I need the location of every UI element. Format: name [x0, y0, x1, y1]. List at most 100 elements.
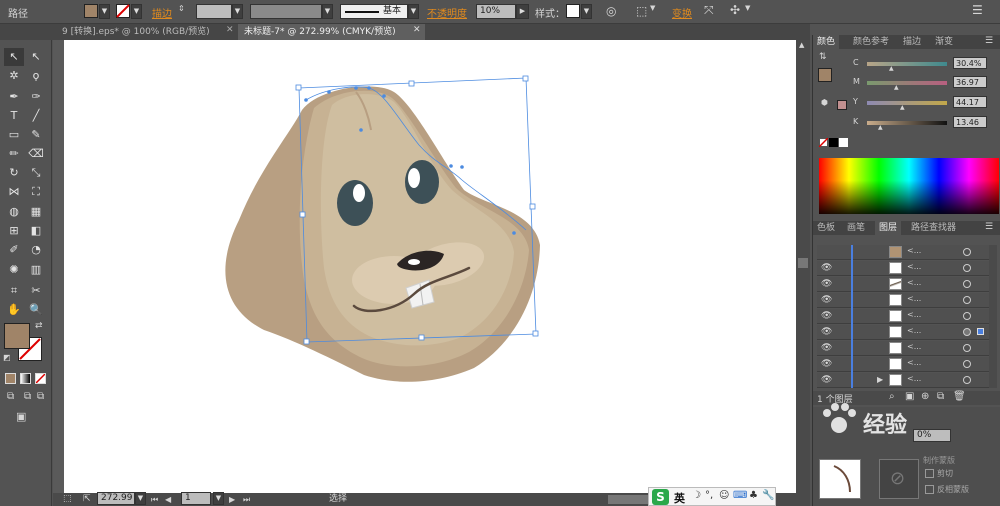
scroll-thumb[interactable]: [798, 258, 808, 268]
layer-target-icon[interactable]: [963, 344, 971, 352]
variable-width-field[interactable]: [250, 4, 322, 19]
brush-field[interactable]: 基本: [340, 4, 408, 19]
eye-icon[interactable]: 👁: [821, 343, 832, 353]
layer-row[interactable]: 👁 <...: [817, 293, 997, 308]
slider-c-value[interactable]: 30.4%: [953, 57, 987, 69]
layer-target-icon[interactable]: [963, 328, 971, 336]
color-mode-icon[interactable]: [5, 373, 16, 384]
perspective-grid-tool-icon[interactable]: ▦: [26, 203, 46, 221]
tab-swatches[interactable]: 色板: [813, 221, 839, 235]
width-tool-icon[interactable]: ⋈: [4, 183, 24, 201]
default-colors-icon[interactable]: ◩: [3, 353, 11, 362]
panel-menu-icon[interactable]: ☰: [985, 36, 993, 46]
slider-m-value[interactable]: 36.97: [953, 76, 987, 88]
layer-row[interactable]: 👁 <...: [817, 357, 997, 372]
opacity-label[interactable]: 不透明度: [427, 5, 467, 20]
none-mode-icon[interactable]: [35, 373, 46, 384]
pencil-tool-icon[interactable]: ✏: [4, 145, 24, 163]
emoji-icon[interactable]: ☺: [719, 490, 729, 501]
style-arrow[interactable]: ▼: [581, 4, 592, 19]
layer-target-icon[interactable]: [963, 264, 971, 272]
tab-layers[interactable]: 图层: [875, 221, 902, 235]
draw-behind-icon[interactable]: ⧉: [24, 391, 31, 402]
artboard-options-icon[interactable]: ⬚: [63, 493, 72, 506]
last-page-icon[interactable]: ⏭: [243, 493, 250, 506]
fill-dropdown-arrow[interactable]: ▼: [99, 4, 110, 19]
layers-scrollbar[interactable]: [989, 245, 997, 388]
align-icon[interactable]: ⬚: [636, 4, 647, 18]
white-swatch[interactable]: [839, 138, 848, 147]
magic-wand-tool-icon[interactable]: ✲: [4, 67, 24, 85]
artboard[interactable]: [64, 40, 798, 493]
eye-icon[interactable]: 👁: [821, 263, 832, 273]
arrange-icon[interactable]: ✣: [730, 3, 740, 17]
eyedropper-tool-icon[interactable]: ✐: [4, 241, 24, 259]
slider-c-thumb[interactable]: ▲: [889, 65, 894, 72]
artboard-tool-icon[interactable]: ⌗: [4, 282, 24, 300]
hand-tool-icon[interactable]: ✋: [4, 301, 24, 319]
lasso-tool-icon[interactable]: ϙ: [26, 67, 46, 85]
pen-tool-icon[interactable]: ✒: [4, 88, 24, 106]
moon-icon[interactable]: ☽: [692, 490, 701, 501]
fill-color-box-front[interactable]: [4, 323, 30, 349]
transform-label[interactable]: 变换: [672, 5, 692, 20]
brush-arrow[interactable]: ▼: [408, 4, 419, 19]
cube-icon[interactable]: ⬢: [821, 98, 828, 107]
eye-icon[interactable]: 👁: [821, 295, 832, 305]
layer-target-icon[interactable]: [963, 296, 971, 304]
selection-tool-icon[interactable]: ↖: [4, 48, 24, 66]
eye-icon[interactable]: 👁: [821, 279, 832, 289]
layer-target-icon[interactable]: [963, 280, 971, 288]
first-page-icon[interactable]: ⏮: [151, 493, 158, 506]
ime-lang[interactable]: 英: [674, 490, 685, 506]
layer-row[interactable]: 👁 <...: [817, 261, 997, 276]
skin-icon[interactable]: ♣: [749, 490, 758, 501]
isolate-icon[interactable]: ⤧: [704, 3, 714, 18]
slider-k-value[interactable]: 13.46: [953, 116, 987, 128]
layer-target-icon[interactable]: [963, 248, 971, 256]
hscroll-thumb[interactable]: [608, 495, 648, 504]
opacity-field[interactable]: 10%: [476, 4, 516, 19]
eraser-tool-icon[interactable]: ⌫: [26, 145, 46, 163]
make-mask-button[interactable]: 制作蒙版: [923, 455, 955, 466]
screen-mode-icon[interactable]: ▣: [16, 410, 26, 423]
align-arrow-icon[interactable]: ▼: [650, 4, 655, 12]
export-icon[interactable]: ⇱: [83, 493, 91, 506]
mask-thumbnail[interactable]: ⊘: [879, 459, 919, 499]
none-swatch[interactable]: [819, 138, 828, 147]
delete-icon[interactable]: 🗑: [953, 391, 966, 402]
opacity-arrow[interactable]: ▶: [516, 4, 529, 19]
blend-tool-icon[interactable]: ◔: [26, 241, 46, 259]
fill-swatch[interactable]: [84, 4, 98, 18]
color-swap-icon[interactable]: ⇅: [819, 52, 827, 62]
next-page-icon[interactable]: ▶: [229, 493, 235, 506]
slider-y-value[interactable]: 44.17: [953, 96, 987, 108]
swap-fill-stroke-icon[interactable]: ⇄: [35, 321, 43, 331]
draw-mode-icon[interactable]: ⧉: [7, 391, 14, 402]
variable-width-arrow[interactable]: ▼: [322, 4, 333, 19]
free-transform-tool-icon[interactable]: ⛶: [26, 183, 46, 201]
tab-stroke[interactable]: 描边: [899, 35, 925, 49]
page-field[interactable]: 1: [181, 492, 211, 505]
rectangle-tool-icon[interactable]: ▭: [4, 126, 24, 144]
eye-icon[interactable]: 👁: [821, 359, 832, 369]
black-swatch[interactable]: [829, 138, 838, 147]
color-spectrum[interactable]: [819, 158, 999, 214]
keyboard-icon[interactable]: ⌨: [733, 490, 747, 501]
eye-icon[interactable]: 👁: [821, 327, 832, 337]
zoom-field[interactable]: 272.99: [97, 492, 135, 505]
layer-target-icon[interactable]: [963, 360, 971, 368]
color-panel-fill[interactable]: [818, 68, 832, 82]
vertical-scrollbar[interactable]: ▲: [796, 40, 810, 493]
slider-m-thumb[interactable]: ▲: [894, 84, 899, 91]
slider-y-track[interactable]: [867, 101, 947, 105]
expand-arrow-icon[interactable]: ▶: [877, 375, 883, 384]
gradient-mode-icon[interactable]: [20, 373, 31, 384]
layer-row[interactable]: 👁 <...: [817, 309, 997, 324]
tab-color-guide[interactable]: 颜色参考: [849, 35, 893, 49]
slider-c-track[interactable]: [867, 62, 947, 66]
tab-color[interactable]: 颜色: [813, 35, 840, 49]
stroke-weight-field[interactable]: [196, 4, 232, 19]
artwork[interactable]: [64, 40, 798, 493]
recolor-icon[interactable]: ◎: [606, 4, 616, 18]
